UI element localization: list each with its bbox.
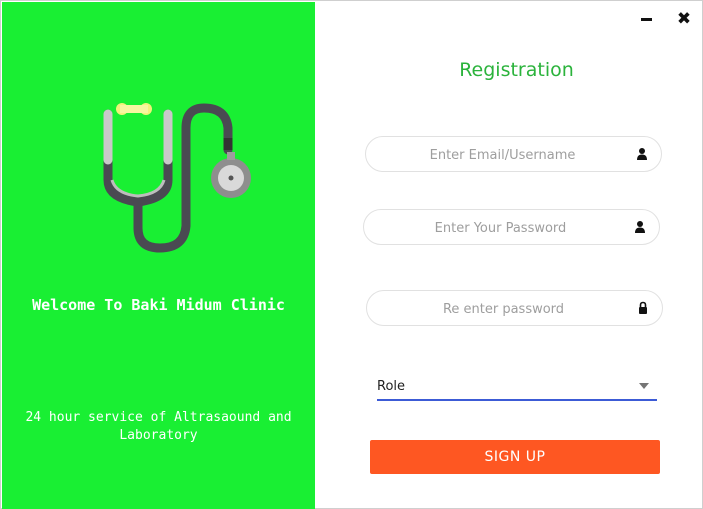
minimize-button[interactable]: [638, 11, 654, 27]
page-title: Registration: [459, 59, 574, 81]
welcome-panel: Welcome To Baki Midum Clinic 24 hour ser…: [2, 2, 315, 509]
role-label: Role: [377, 379, 406, 394]
chevron-down-icon: [639, 383, 649, 389]
close-icon: ✖: [676, 9, 692, 29]
lock-icon: [639, 301, 647, 314]
user-icon: [637, 148, 647, 160]
signup-button[interactable]: SIGN UP: [370, 440, 660, 474]
user-icon: [635, 221, 645, 233]
tagline: 24 hour service of Altrasaound and Labor…: [2, 409, 315, 445]
email-input[interactable]: [378, 137, 627, 173]
repassword-input[interactable]: [379, 291, 628, 327]
email-field: [365, 136, 662, 173]
tagline-line-2: Laboratory: [119, 428, 198, 443]
role-select[interactable]: Role: [377, 375, 657, 401]
repassword-field: [366, 290, 663, 327]
close-button[interactable]: ✖: [676, 9, 692, 29]
tagline-line-1: 24 hour service of Altrasaound and: [25, 410, 292, 425]
registration-window: Welcome To Baki Midum Clinic 24 hour ser…: [0, 0, 703, 509]
stethoscope-icon: [103, 103, 251, 253]
password-input[interactable]: [376, 210, 625, 246]
password-field: [363, 209, 660, 246]
welcome-text: Welcome To Baki Midum Clinic: [32, 296, 285, 314]
minimize-icon: [640, 17, 652, 21]
